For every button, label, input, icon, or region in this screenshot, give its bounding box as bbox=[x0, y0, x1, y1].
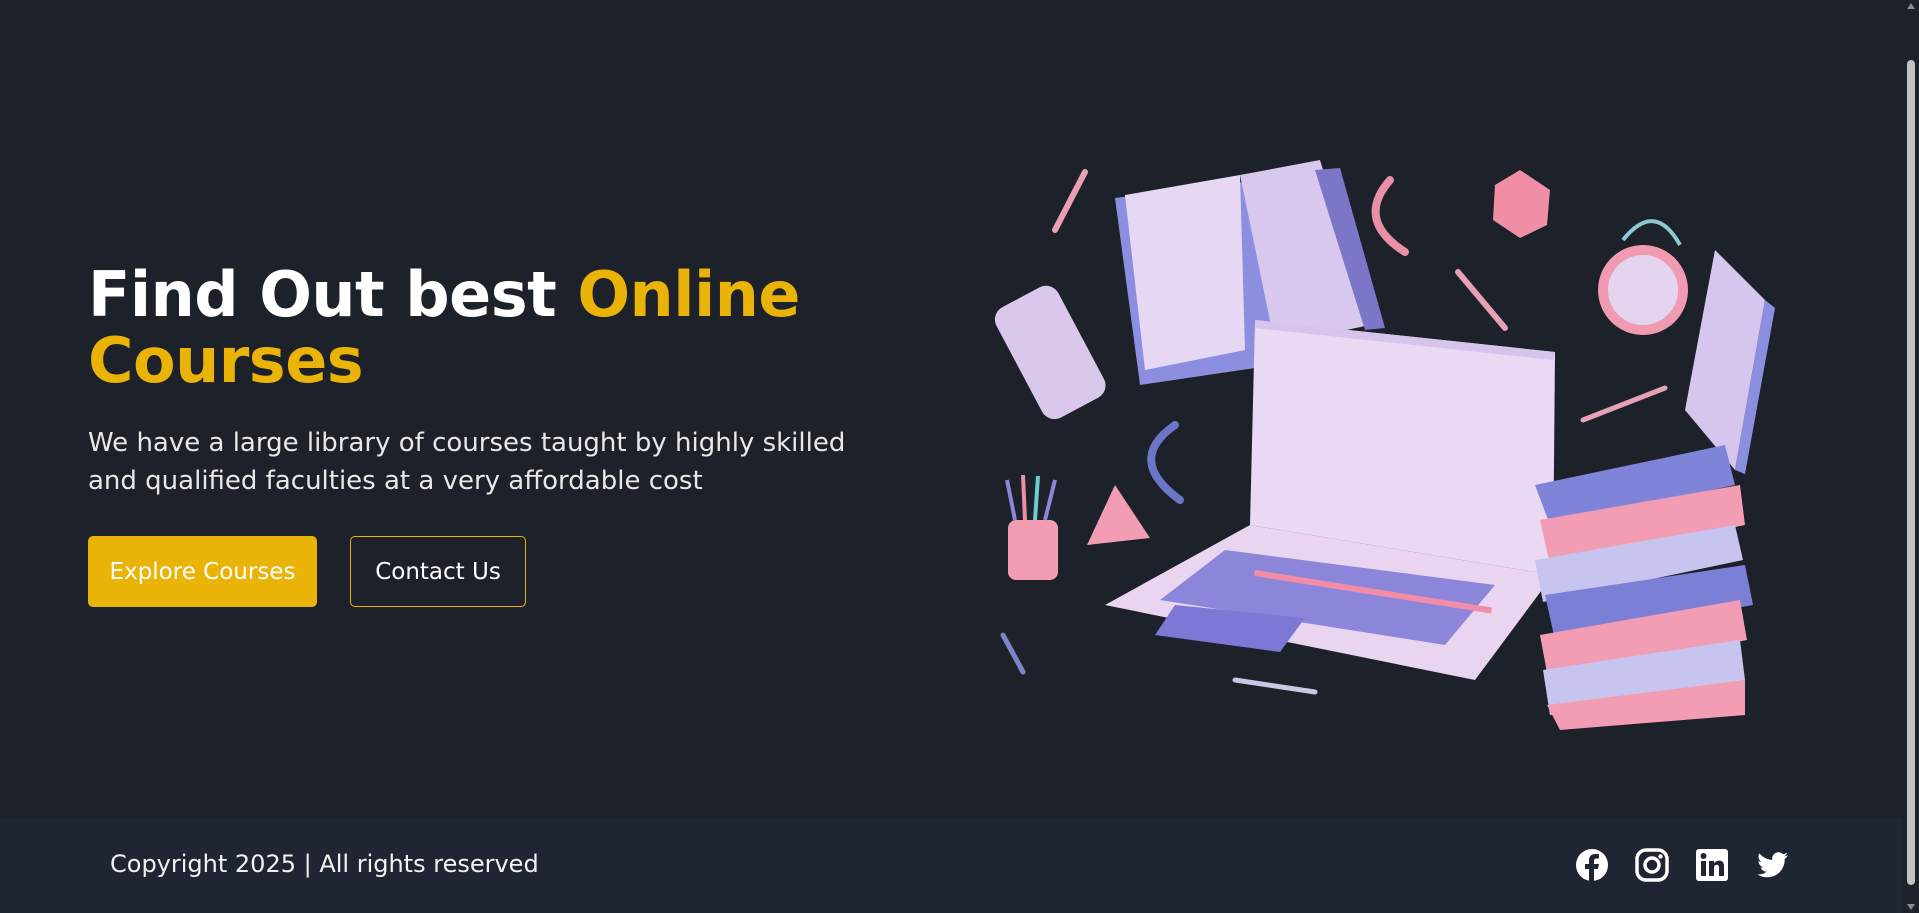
laptop-books-illustration bbox=[994, 160, 1775, 730]
explore-courses-button[interactable]: Explore Courses bbox=[88, 536, 317, 607]
headline-plain-text: Find Out best bbox=[88, 258, 578, 331]
hero-section: Find Out best Online Courses We have a l… bbox=[0, 0, 1903, 818]
hero-buttons: Explore Courses Contact Us bbox=[88, 536, 908, 607]
instagram-icon[interactable] bbox=[1634, 847, 1670, 883]
scrollbar-thumb[interactable] bbox=[1907, 60, 1915, 885]
copyright-text: Copyright 2025 | All rights reserved bbox=[110, 850, 539, 878]
facebook-icon[interactable] bbox=[1574, 847, 1610, 883]
footer: Copyright 2025 | All rights reserved bbox=[0, 818, 1903, 913]
page-scrollbar[interactable] bbox=[1903, 0, 1919, 913]
twitter-icon[interactable] bbox=[1754, 847, 1790, 883]
hero-headline: Find Out best Online Courses bbox=[88, 262, 908, 394]
hero-content: Find Out best Online Courses We have a l… bbox=[88, 262, 908, 607]
contact-us-button[interactable]: Contact Us bbox=[350, 536, 526, 607]
scroll-up-arrow-icon[interactable] bbox=[1907, 3, 1915, 9]
social-links bbox=[1574, 847, 1790, 883]
linkedin-icon[interactable] bbox=[1694, 847, 1730, 883]
scroll-down-arrow-icon[interactable] bbox=[1907, 904, 1915, 910]
hero-subtitle: We have a large library of courses taugh… bbox=[88, 428, 846, 496]
